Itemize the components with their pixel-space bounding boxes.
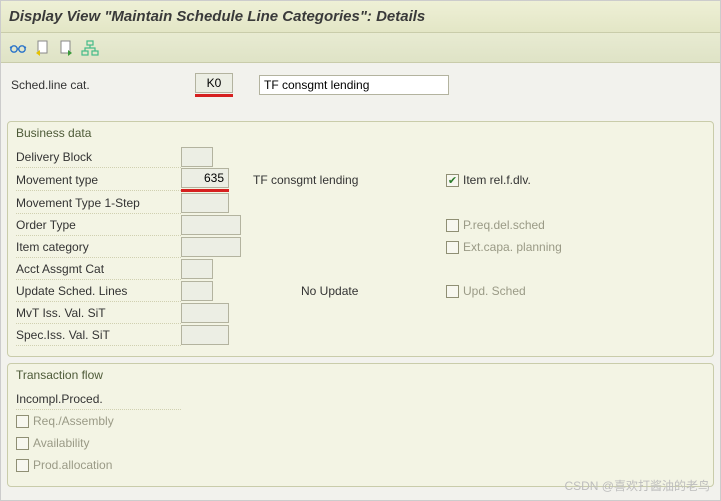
row-update-sched-lines: Update Sched. Lines No Update Upd. Sched	[16, 280, 705, 302]
row-item-category: Item category Ext.capa. planning	[16, 236, 705, 258]
ext-capa-planning-label: Ext.capa. planning	[463, 240, 562, 254]
movement-type-1step-field[interactable]	[181, 193, 229, 213]
item-rel-dlv-checkbox[interactable]: ✔ Item rel.f.dlv.	[446, 173, 705, 187]
checkbox-icon	[16, 415, 29, 428]
watermark: CSDN @喜欢打酱油的老鸟	[564, 477, 710, 494]
prod-allocation-label: Prod.allocation	[33, 458, 112, 472]
row-mvt-iss-val-sit: MvT Iss. Val. SiT	[16, 302, 705, 324]
update-sched-lines-text: No Update	[251, 284, 426, 298]
transaction-flow-title: Transaction flow	[16, 368, 705, 382]
sched-line-cat-label: Sched.line cat.	[11, 78, 187, 92]
availability-checkbox[interactable]: Availability	[16, 436, 89, 450]
spec-iss-val-sit-field[interactable]	[181, 325, 229, 345]
update-sched-lines-field[interactable]	[181, 281, 213, 301]
toolbar	[1, 33, 720, 63]
sched-line-cat-underline	[195, 73, 233, 97]
req-assembly-checkbox[interactable]: Req./Assembly	[16, 414, 114, 428]
item-rel-dlv-label: Item rel.f.dlv.	[463, 173, 531, 187]
movement-type-1step-label: Movement Type 1-Step	[16, 192, 181, 214]
checkbox-icon	[446, 241, 459, 254]
mvt-iss-val-sit-label: MvT Iss. Val. SiT	[16, 302, 181, 324]
preq-del-sched-label: P.req.del.sched	[463, 218, 545, 232]
movement-type-field[interactable]: 635	[181, 168, 229, 188]
title-bar: Display View "Maintain Schedule Line Cat…	[1, 1, 720, 33]
sched-line-cat-desc-field[interactable]	[259, 75, 449, 95]
acct-assgmt-cat-label: Acct Assgmt Cat	[16, 258, 181, 280]
checkbox-icon	[446, 285, 459, 298]
mvt-iss-val-sit-field[interactable]	[181, 303, 229, 323]
checkbox-icon	[16, 459, 29, 472]
acct-assgmt-cat-field[interactable]	[181, 259, 213, 279]
item-category-label: Item category	[16, 236, 181, 258]
business-data-title: Business data	[16, 126, 705, 140]
order-type-label: Order Type	[16, 214, 181, 236]
business-data-panel: Business data Delivery Block Movement ty…	[7, 121, 714, 357]
upd-sched-checkbox[interactable]: Upd. Sched	[446, 284, 705, 298]
check-icon: ✔	[446, 174, 459, 187]
glasses-icon[interactable]	[9, 39, 27, 57]
row-prod-allocation: Prod.allocation	[16, 454, 705, 476]
incompl-proced-label: Incompl.Proced.	[16, 388, 181, 410]
row-req-assembly: Req./Assembly	[16, 410, 705, 432]
prod-allocation-checkbox[interactable]: Prod.allocation	[16, 458, 112, 472]
availability-label: Availability	[33, 436, 89, 450]
row-acct-assgmt-cat: Acct Assgmt Cat	[16, 258, 705, 280]
update-sched-lines-label: Update Sched. Lines	[16, 280, 181, 302]
movement-type-label: Movement type	[16, 169, 181, 191]
sched-line-cat-field[interactable]	[195, 73, 233, 93]
row-availability: Availability	[16, 432, 705, 454]
row-spec-iss-val-sit: Spec.Iss. Val. SiT	[16, 324, 705, 346]
upd-sched-label: Upd. Sched	[463, 284, 526, 298]
ext-capa-planning-checkbox[interactable]: Ext.capa. planning	[446, 240, 705, 254]
spec-iss-val-sit-label: Spec.Iss. Val. SiT	[16, 324, 181, 346]
checkbox-icon	[16, 437, 29, 450]
preq-del-sched-checkbox[interactable]: P.req.del.sched	[446, 218, 705, 232]
row-incompl-proced: Incompl.Proced.	[16, 388, 705, 410]
row-order-type: Order Type P.req.del.sched	[16, 214, 705, 236]
transaction-flow-panel: Transaction flow Incompl.Proced. Req./As…	[7, 363, 714, 487]
header-row: Sched.line cat.	[1, 63, 720, 117]
req-assembly-label: Req./Assembly	[33, 414, 114, 428]
row-delivery-block: Delivery Block	[16, 146, 705, 168]
checkbox-icon	[446, 219, 459, 232]
doc-next-icon[interactable]	[57, 39, 75, 57]
row-movement-type: Movement type 635 TF consgmt lending ✔ I…	[16, 168, 705, 192]
item-category-field[interactable]	[181, 237, 241, 257]
order-type-field[interactable]	[181, 215, 241, 235]
hierarchy-icon[interactable]	[81, 39, 99, 57]
delivery-block-label: Delivery Block	[16, 146, 181, 168]
page-title: Display View "Maintain Schedule Line Cat…	[9, 8, 425, 25]
doc-prev-icon[interactable]	[33, 39, 51, 57]
row-movement-type-1step: Movement Type 1-Step	[16, 192, 705, 214]
movement-type-text: TF consgmt lending	[251, 173, 426, 187]
delivery-block-field[interactable]	[181, 147, 213, 167]
